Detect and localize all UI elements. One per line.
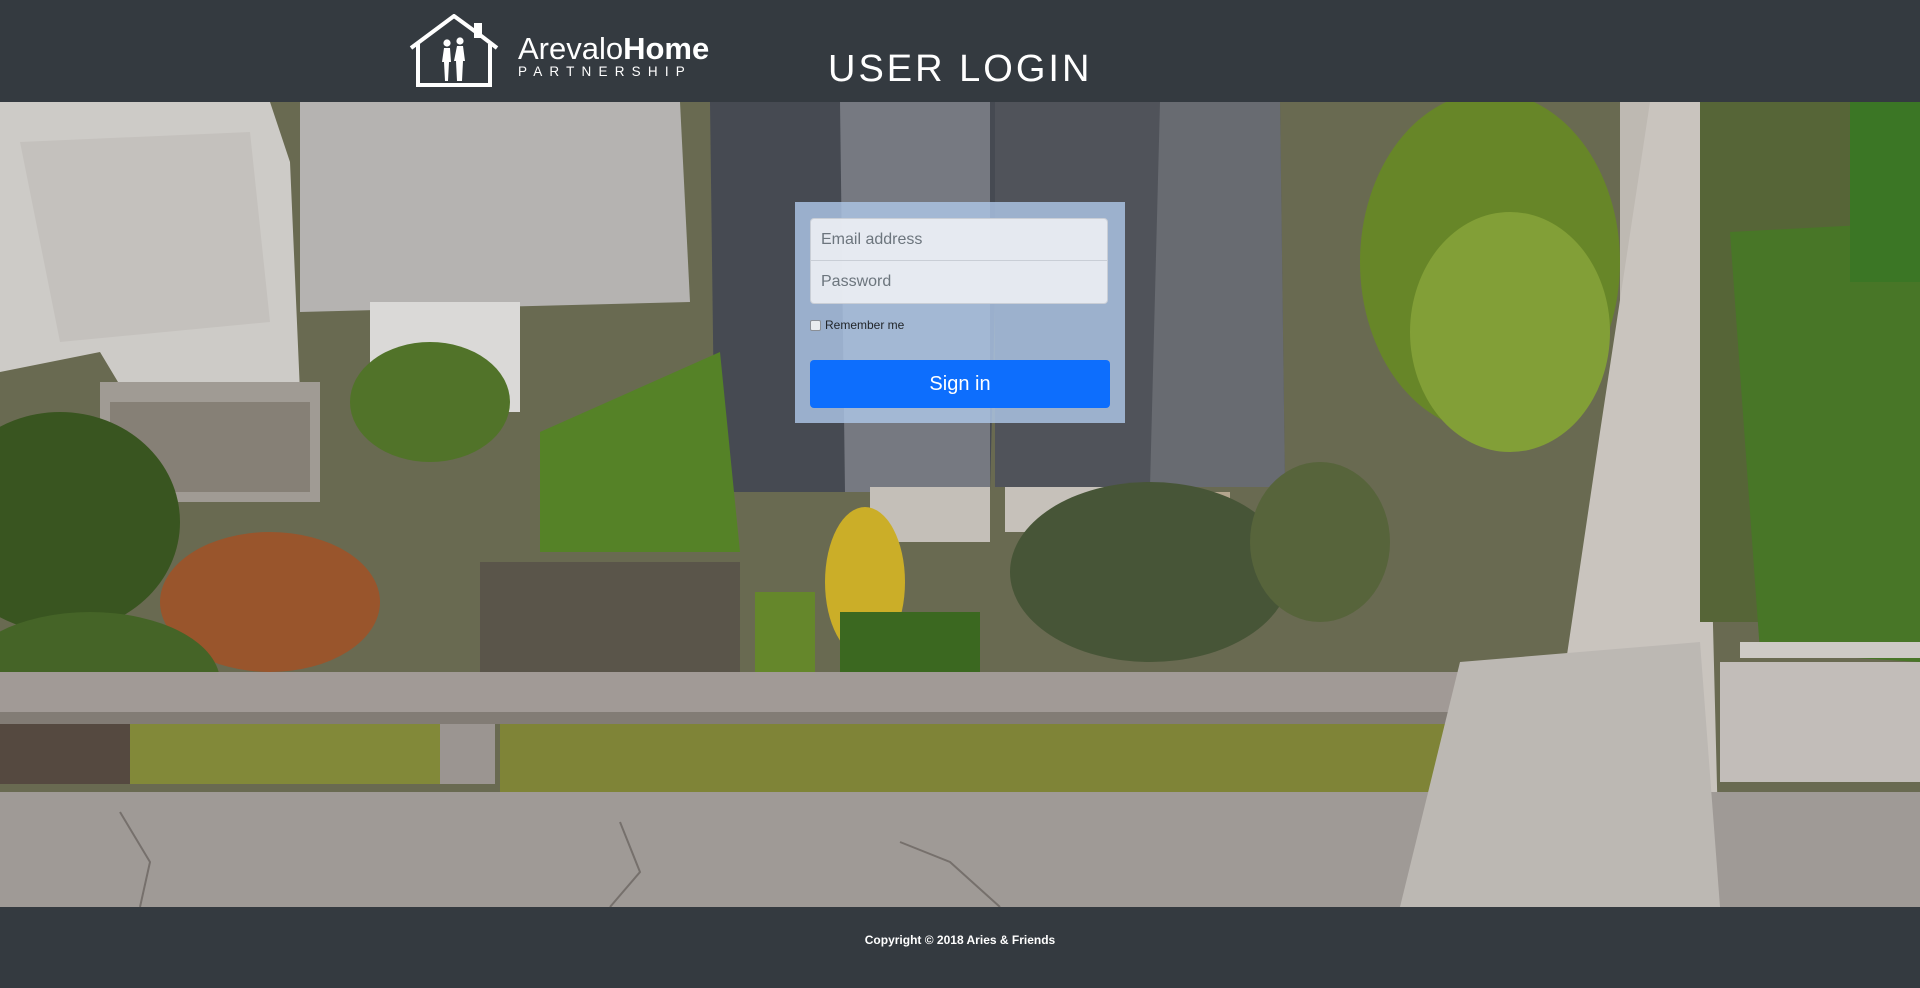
remember-me-checkbox[interactable] <box>810 319 821 331</box>
login-form: Remember me Sign in <box>795 202 1125 423</box>
page-title: USER LOGIN <box>828 48 1093 90</box>
remember-me-label: Remember me <box>825 318 905 332</box>
brand-name-bold: Home <box>623 31 710 66</box>
brand-name-light: Arevalo <box>518 31 624 66</box>
email-field[interactable] <box>810 218 1108 261</box>
footer: Copyright © 2018 Aries & Friends <box>0 907 1920 988</box>
password-field[interactable] <box>810 261 1108 304</box>
top-bar: ArevaloHome PARTNERSHIP USER LOGIN <box>0 0 1920 102</box>
copyright-text: Copyright © 2018 Aries & Friends <box>864 933 1056 947</box>
sign-in-button[interactable]: Sign in <box>810 360 1110 408</box>
brand-logo[interactable]: ArevaloHome PARTNERSHIP <box>408 14 709 88</box>
brand-name: ArevaloHome <box>518 32 709 66</box>
brand-tagline: PARTNERSHIP <box>518 64 692 79</box>
remember-me[interactable]: Remember me <box>810 318 904 332</box>
house-logo-icon <box>409 14 499 87</box>
